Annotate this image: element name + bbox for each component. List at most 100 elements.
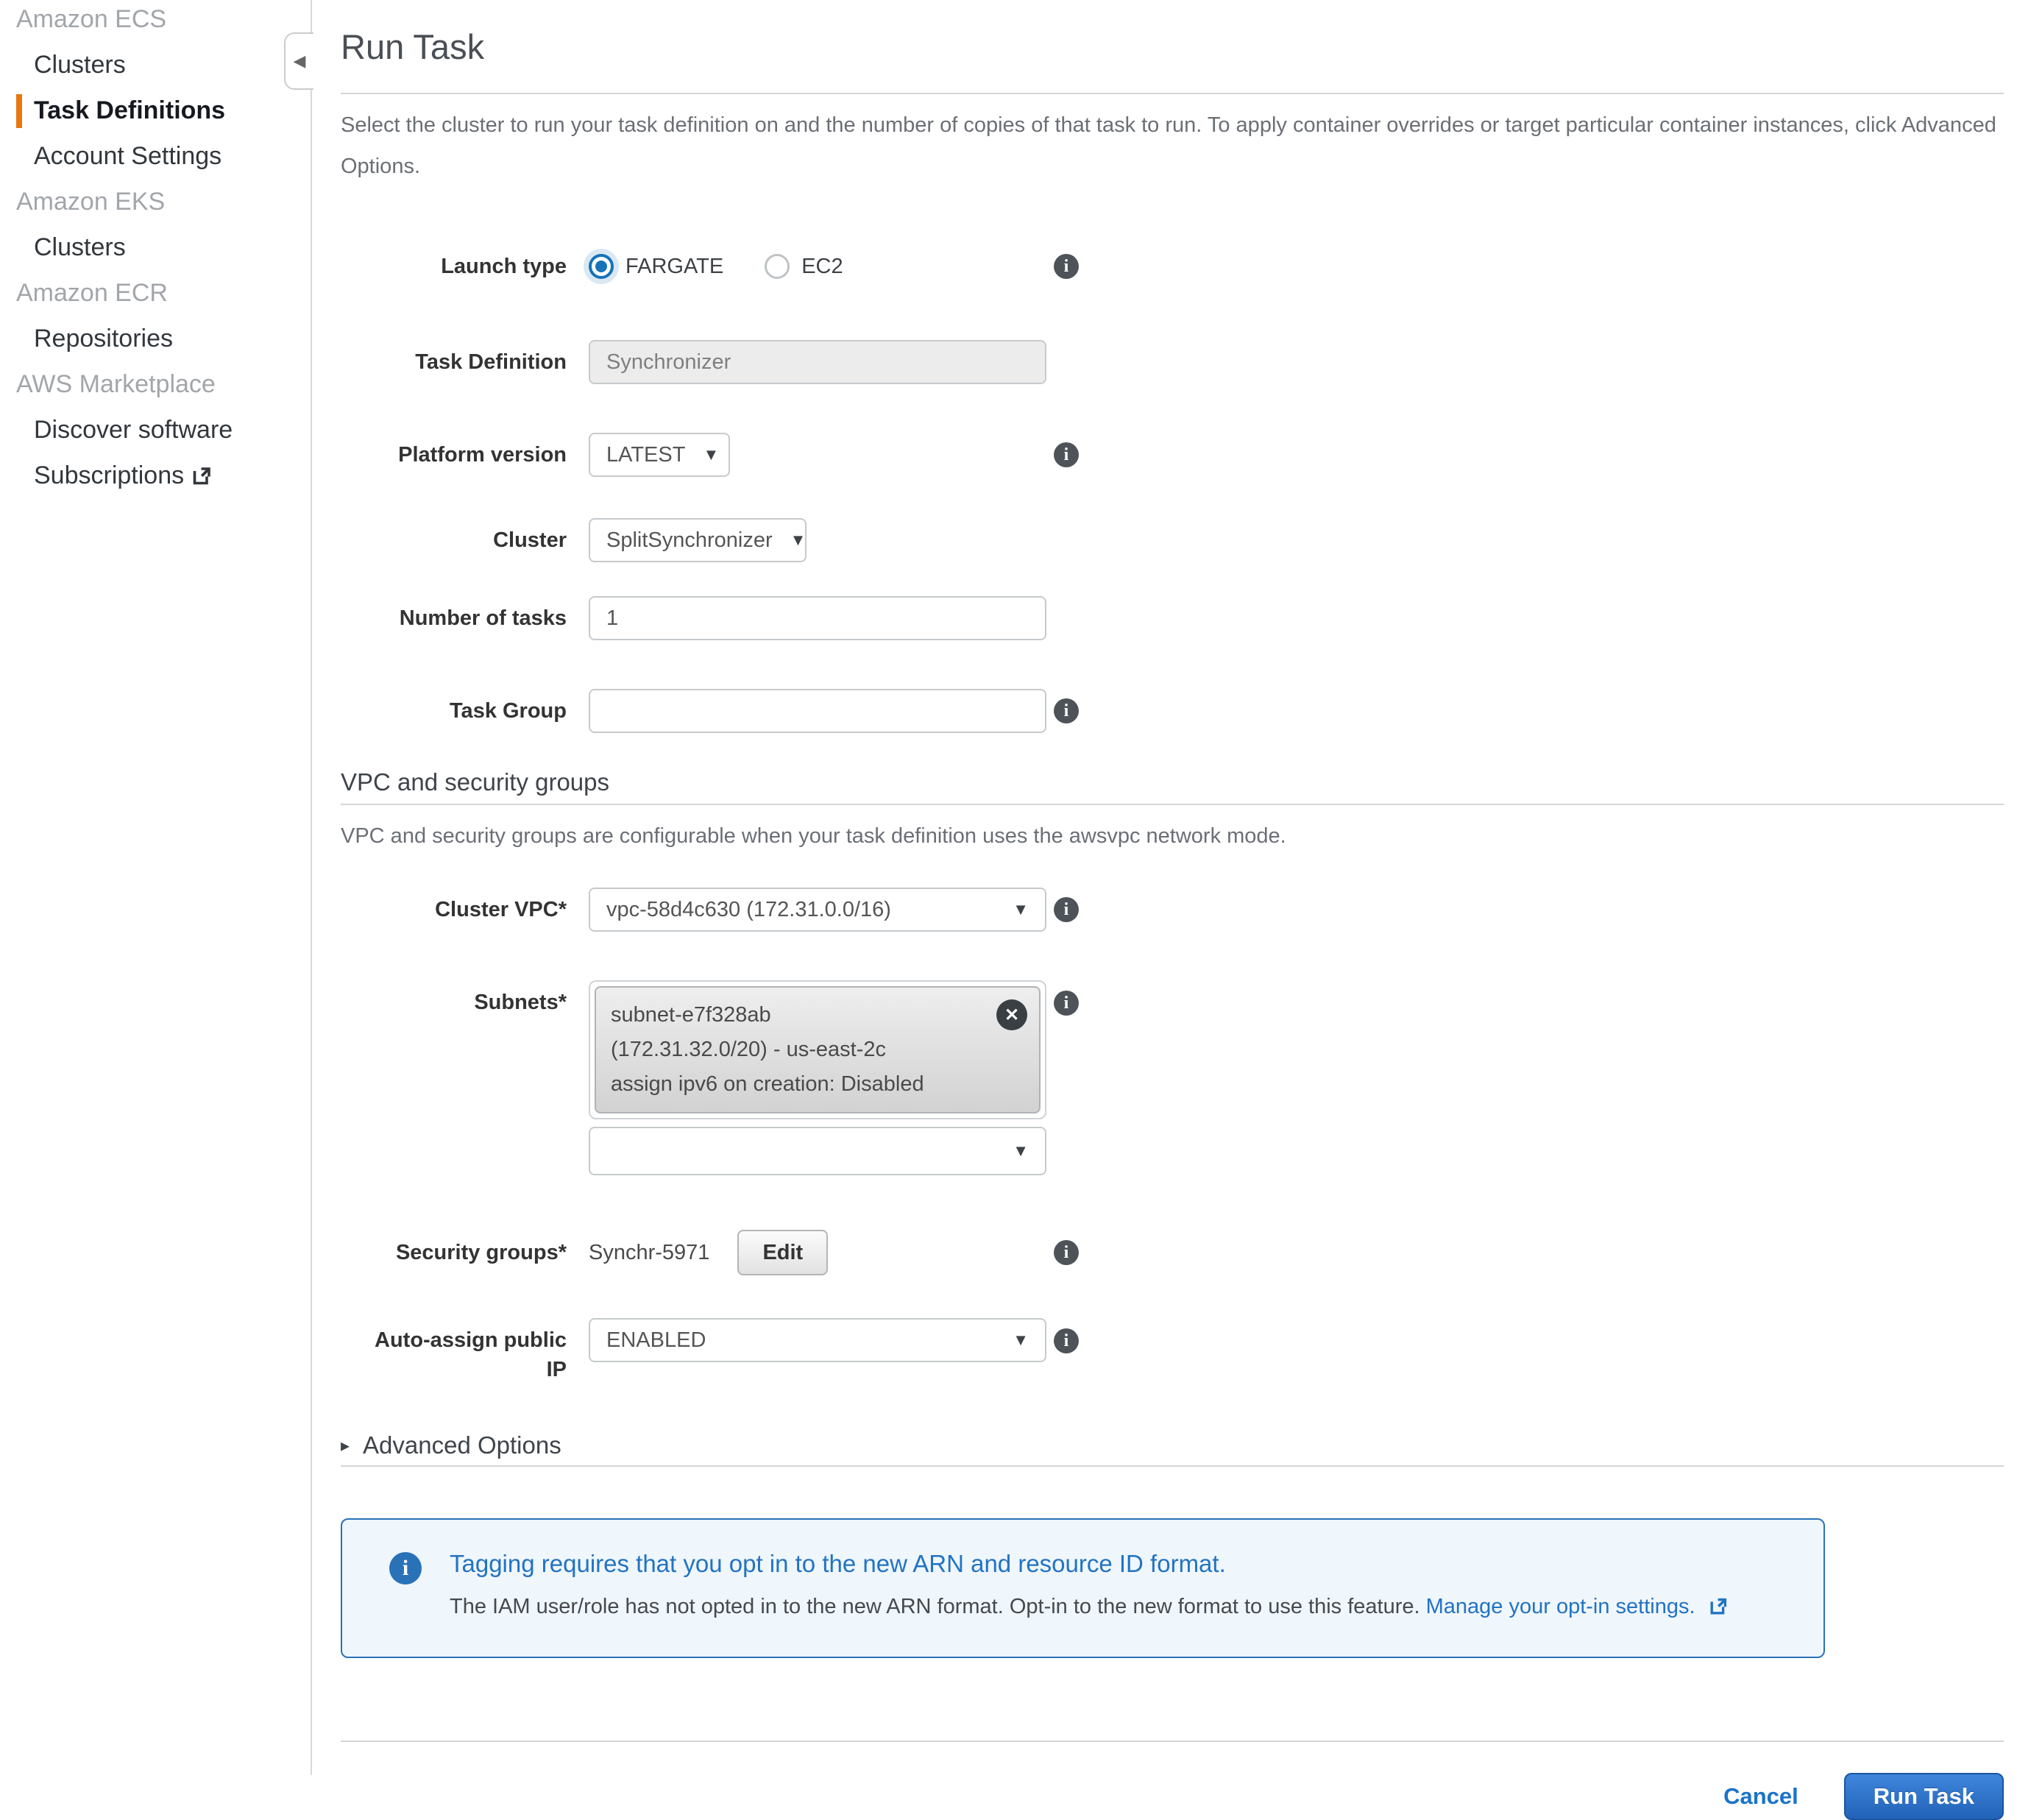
auto-assign-ip-row: Auto-assign public IP ENABLED ▼ i — [341, 1318, 2004, 1384]
cancel-button[interactable]: Cancel — [1723, 1783, 1798, 1810]
cluster-vpc-value: vpc-58d4c630 (172.31.0.0/16) — [606, 898, 891, 922]
external-link-icon — [191, 464, 213, 486]
auto-assign-ip-label-line1: Auto-assign public — [341, 1325, 567, 1355]
subnet-chip-line1: subnet-e7f328ab — [611, 998, 988, 1033]
chevron-down-icon: ▼ — [1013, 1331, 1029, 1350]
subnets-row: Subnets* subnet-e7f328ab (172.31.32.0/20… — [341, 980, 2004, 1175]
sidebar: Amazon ECS Clusters Task Definitions Acc… — [0, 0, 312, 1775]
subnets-add-select[interactable]: ▼ — [589, 1127, 1046, 1175]
radio-unselected-icon[interactable] — [765, 254, 790, 279]
subnet-chip-line2: (172.31.32.0/20) - us-east-2c — [611, 1033, 988, 1067]
main-content: Run Task Select the cluster to run your … — [312, 0, 2031, 1775]
cluster-label: Cluster — [341, 525, 567, 555]
number-of-tasks-row: Number of tasks — [341, 596, 2004, 640]
number-of-tasks-input[interactable] — [589, 596, 1046, 640]
sidebar-item-discover-software[interactable]: Discover software — [0, 415, 311, 445]
info-icon[interactable]: i — [1054, 254, 1079, 279]
chevron-down-icon: ▼ — [1013, 900, 1029, 919]
platform-version-label: Platform version — [341, 440, 567, 470]
manage-opt-in-settings-link[interactable]: Manage your opt-in settings. — [1426, 1595, 1695, 1618]
task-definition-row: Task Definition — [341, 340, 2004, 384]
info-icon[interactable]: i — [1054, 442, 1079, 467]
cluster-value: SplitSynchronizer — [606, 528, 773, 553]
sidebar-item-repositories[interactable]: Repositories — [0, 324, 311, 353]
footer-actions: Cancel Run Task — [341, 1773, 2004, 1820]
expand-arrow-icon: ▸ — [341, 1435, 350, 1456]
radio-option-fargate[interactable]: FARGATE — [589, 254, 723, 279]
info-icon[interactable]: i — [1054, 1328, 1079, 1353]
cluster-vpc-row: Cluster VPC* vpc-58d4c630 (172.31.0.0/16… — [341, 888, 2004, 932]
auto-assign-ip-label: Auto-assign public IP — [341, 1318, 567, 1384]
platform-version-row: Platform version LATEST ▼ i — [341, 433, 2004, 477]
task-group-label: Task Group — [341, 696, 567, 726]
info-icon[interactable]: i — [1054, 698, 1079, 723]
run-task-button[interactable]: Run Task — [1844, 1773, 2004, 1820]
task-group-row: Task Group i — [341, 689, 2004, 733]
sidebar-item-account-settings[interactable]: Account Settings — [0, 141, 311, 171]
platform-version-select[interactable]: LATEST ▼ — [589, 433, 730, 477]
security-groups-value: Synchr-5971 — [589, 1241, 709, 1265]
banner-text: The IAM user/role has not opted in to th… — [450, 1592, 1729, 1621]
page-description: Select the cluster to run your task defi… — [341, 105, 2004, 187]
cluster-vpc-label: Cluster VPC* — [341, 895, 567, 924]
sidebar-section-amazon-ecr: Amazon ECR — [0, 278, 311, 308]
info-icon[interactable]: i — [1054, 991, 1079, 1016]
advanced-options-toggle[interactable]: ▸ Advanced Options — [341, 1431, 2004, 1459]
active-indicator-bar — [16, 94, 22, 128]
sidebar-item-ecs-clusters[interactable]: Clusters — [0, 50, 311, 79]
banner-body: Tagging requires that you opt in to the … — [450, 1548, 1729, 1621]
subnets-selected-list: subnet-e7f328ab (172.31.32.0/20) - us-ea… — [589, 980, 1046, 1119]
subnet-chip: subnet-e7f328ab (172.31.32.0/20) - us-ea… — [595, 986, 1041, 1113]
chevron-down-icon: ▼ — [1013, 1141, 1029, 1161]
radio-selected-icon[interactable] — [589, 254, 614, 279]
banner-message: The IAM user/role has not opted in to th… — [450, 1595, 1420, 1618]
advanced-options-label: Advanced Options — [363, 1431, 561, 1459]
sidebar-item-eks-clusters[interactable]: Clusters — [0, 233, 311, 262]
sidebar-section-amazon-eks: Amazon EKS — [0, 187, 311, 216]
task-definition-label: Task Definition — [341, 347, 567, 377]
sidebar-item-label: Subscriptions — [34, 461, 184, 489]
tagging-info-banner: i Tagging requires that you opt in to th… — [341, 1518, 1825, 1658]
auto-assign-ip-select[interactable]: ENABLED ▼ — [589, 1318, 1046, 1362]
subnets-label: Subnets* — [341, 980, 567, 1017]
edit-security-groups-button[interactable]: Edit — [737, 1230, 828, 1275]
divider — [341, 1741, 2004, 1742]
divider — [341, 804, 2004, 805]
sidebar-section-amazon-ecs: Amazon ECS — [0, 4, 311, 34]
platform-version-value: LATEST — [606, 443, 685, 467]
cluster-vpc-select[interactable]: vpc-58d4c630 (172.31.0.0/16) ▼ — [589, 888, 1046, 932]
banner-title: Tagging requires that you opt in to the … — [450, 1548, 1729, 1580]
sidebar-collapse-tab[interactable]: ◀ — [284, 32, 313, 90]
page-title: Run Task — [341, 26, 2004, 68]
cluster-row: Cluster SplitSynchronizer ▼ — [341, 518, 2004, 562]
info-icon[interactable]: i — [1054, 897, 1079, 922]
security-groups-label: Security groups* — [341, 1238, 567, 1267]
cluster-select[interactable]: SplitSynchronizer ▼ — [589, 518, 807, 562]
sidebar-item-subscriptions[interactable]: Subscriptions — [0, 461, 311, 490]
info-icon[interactable]: i — [1054, 1240, 1079, 1265]
number-of-tasks-label: Number of tasks — [341, 603, 567, 633]
radio-option-ec2[interactable]: EC2 — [765, 254, 843, 279]
auto-assign-ip-value: ENABLED — [606, 1328, 706, 1353]
external-link-icon — [1709, 1596, 1729, 1616]
chevron-down-icon: ▼ — [790, 531, 807, 550]
info-icon: i — [389, 1552, 422, 1584]
subnet-chip-line3: assign ipv6 on creation: Disabled — [611, 1067, 988, 1102]
task-group-input[interactable] — [589, 689, 1046, 733]
launch-type-radio-group: FARGATE EC2 — [589, 244, 885, 288]
task-definition-input — [589, 340, 1046, 384]
divider — [341, 93, 2004, 94]
launch-type-row: Launch type FARGATE EC2 i — [341, 244, 2004, 288]
chevron-down-icon: ▼ — [703, 445, 719, 464]
sidebar-item-label: Task Definitions — [34, 96, 225, 124]
sidebar-item-task-definitions[interactable]: Task Definitions — [0, 96, 311, 125]
vpc-section-description: VPC and security groups are configurable… — [341, 821, 2004, 851]
launch-type-label: Launch type — [341, 252, 567, 281]
collapse-arrow-icon: ◀ — [294, 52, 306, 71]
radio-label-fargate: FARGATE — [625, 255, 723, 279]
security-groups-row: Security groups* Synchr-5971 Edit i — [341, 1230, 2004, 1275]
sidebar-section-aws-marketplace: AWS Marketplace — [0, 369, 311, 399]
divider — [341, 1465, 2004, 1467]
vpc-section-title: VPC and security groups — [341, 767, 2004, 798]
remove-subnet-icon[interactable]: ✕ — [996, 999, 1027, 1030]
